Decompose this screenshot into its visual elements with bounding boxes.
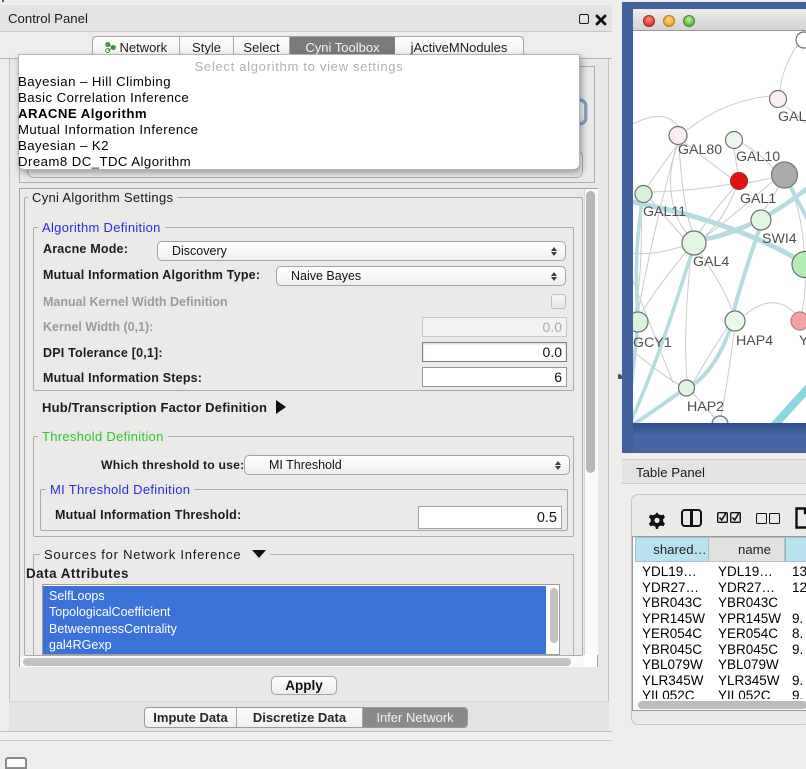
svg-text:GAL7: GAL7 [778, 109, 806, 125]
svg-text:GAL10: GAL10 [736, 149, 780, 165]
svg-text:HAP2: HAP2 [687, 399, 724, 415]
svg-text:GAL80: GAL80 [678, 142, 722, 158]
svg-text:HAP4: HAP4 [736, 333, 773, 349]
svg-text:GAL4: GAL4 [693, 254, 729, 270]
svg-text:GAL11: GAL11 [643, 204, 686, 220]
svg-text:SWI4: SWI4 [762, 231, 797, 247]
svg-text:Y: Y [799, 333, 806, 349]
svg-text:GAL1: GAL1 [740, 191, 776, 207]
svg-text:GCY1: GCY1 [633, 335, 672, 351]
